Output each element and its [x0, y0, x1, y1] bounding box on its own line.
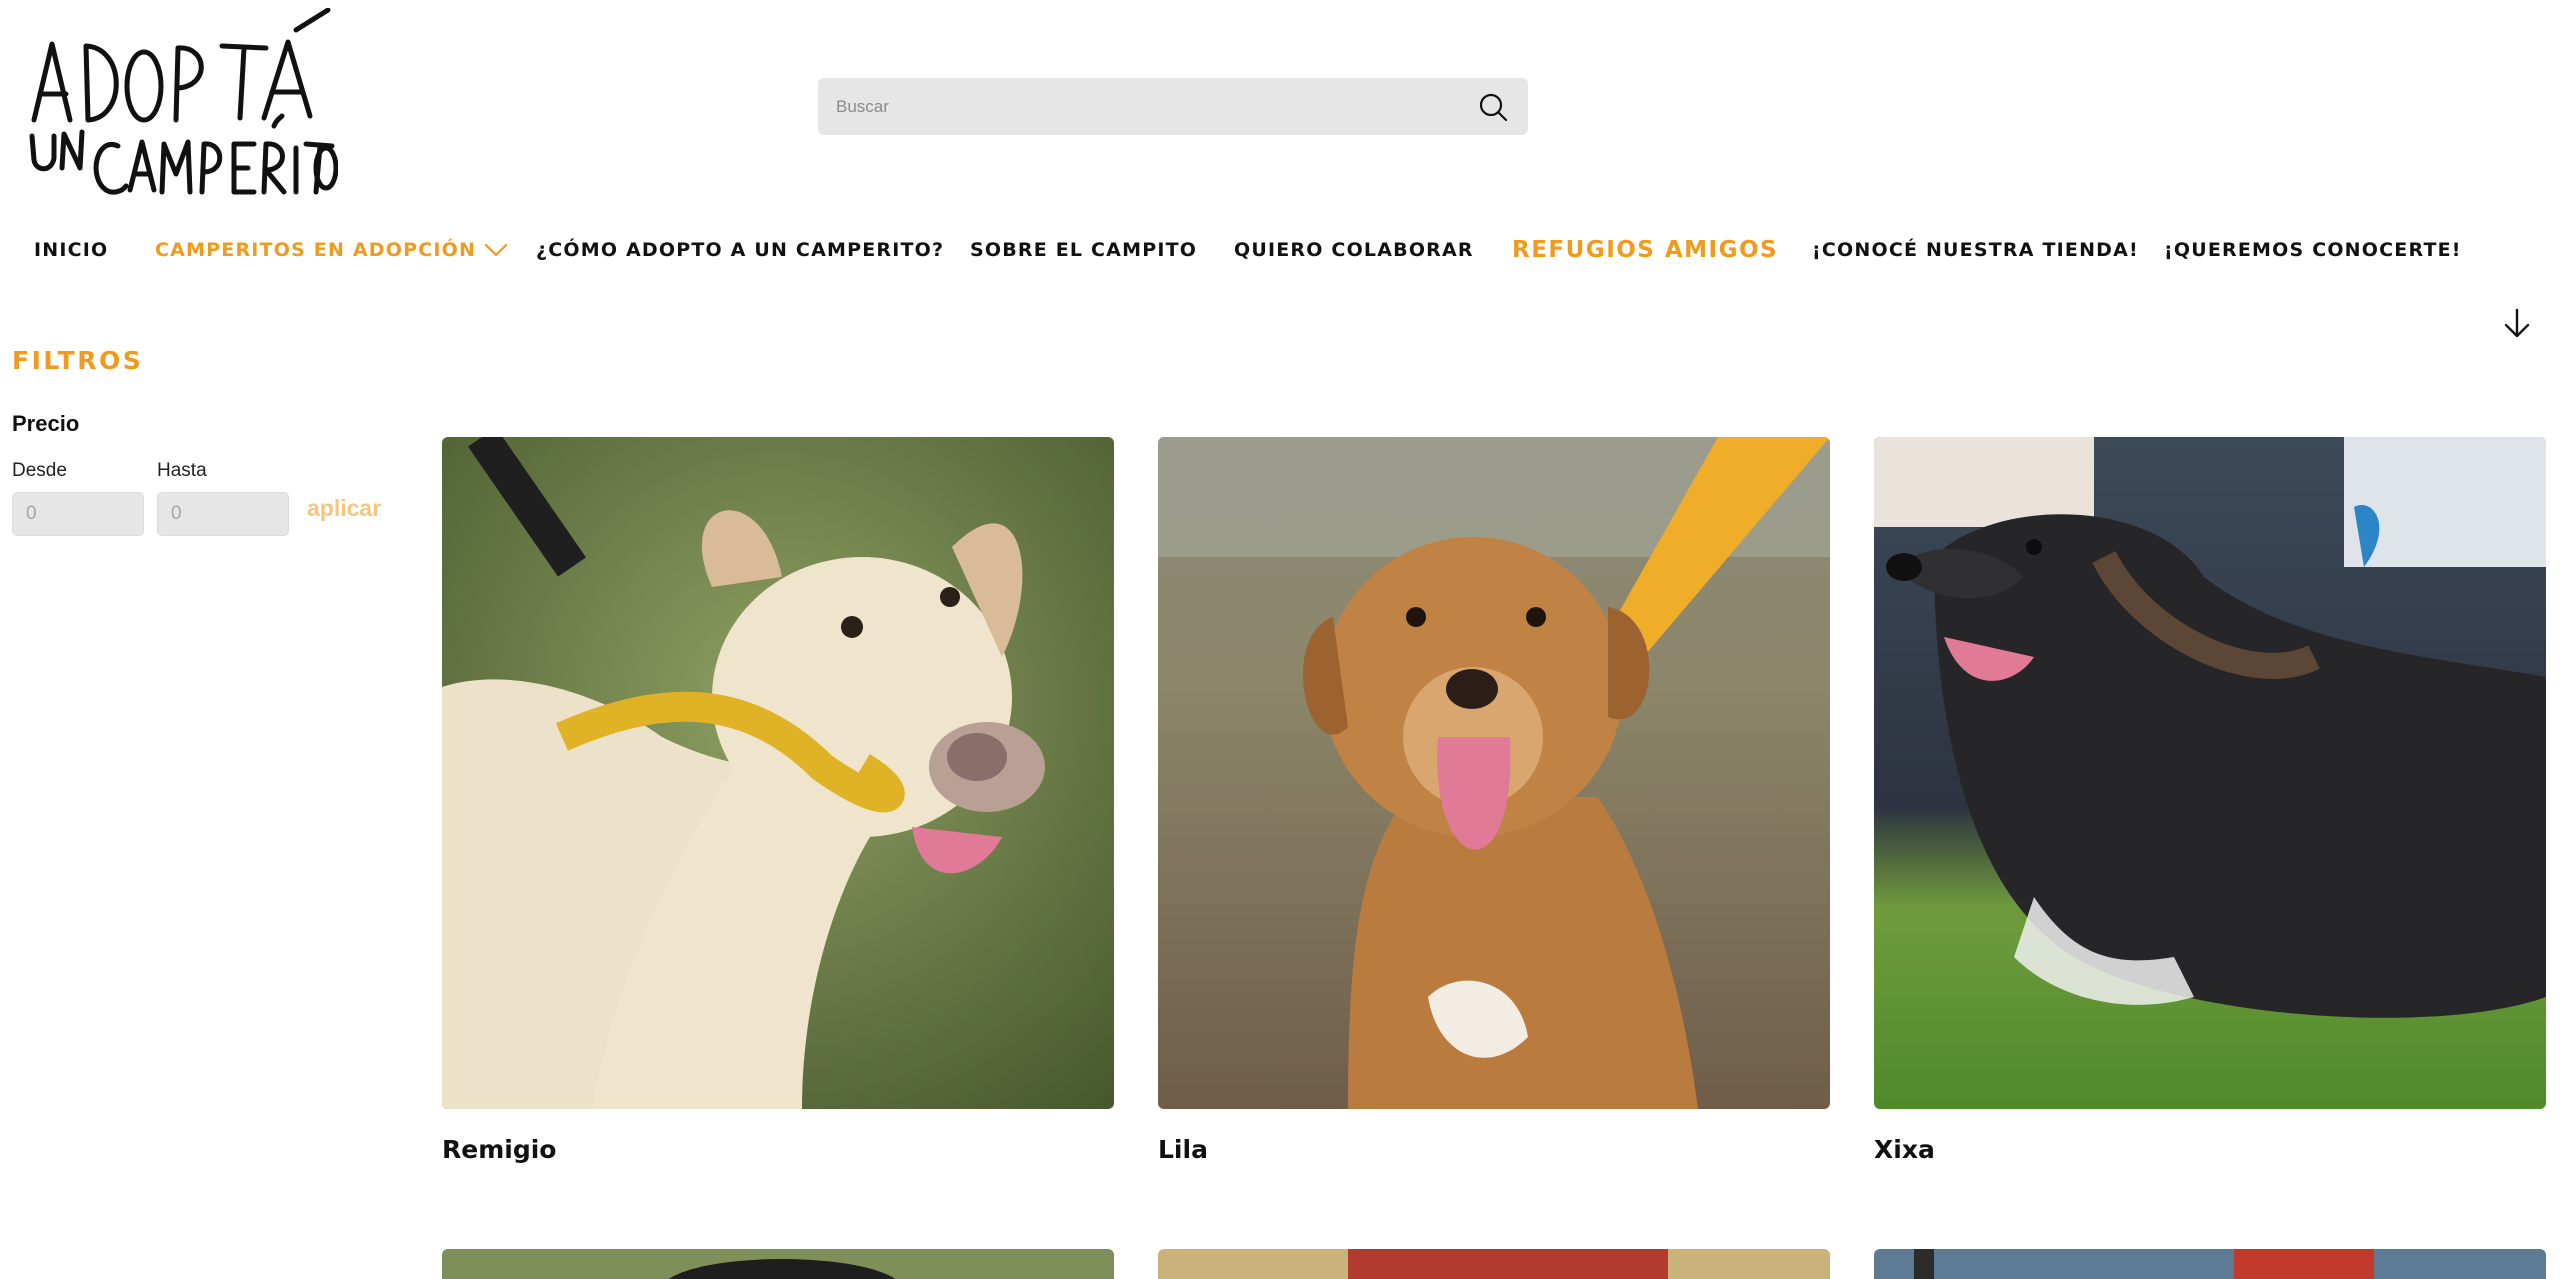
nav-item-inicio[interactable]: INICIO [34, 232, 108, 268]
arrow-down-icon [2504, 308, 2530, 338]
dog-photo [442, 437, 1114, 1109]
dog-photo [1874, 437, 2546, 1109]
product-card[interactable]: Xixa [1874, 437, 2546, 1164]
dog-photo [1874, 1249, 2546, 1279]
nav-item-refugios-amigos[interactable]: REFUGIOS AMIGOS [1512, 232, 1778, 268]
nav-item-tienda[interactable]: ¡CONOCÉ NUESTRA TIENDA! [1812, 232, 2139, 268]
product-card[interactable]: Lila [1158, 437, 1830, 1164]
dog-photo [1158, 437, 1830, 1109]
product-card[interactable] [1158, 1249, 1830, 1279]
product-name: Xixa [1874, 1135, 1935, 1164]
nav-item-quiero-colaborar[interactable]: QUIERO COLABORAR [1234, 232, 1474, 268]
search-button[interactable] [1476, 90, 1510, 124]
search-input[interactable] [836, 96, 1476, 117]
nav-item-label: CAMPERITOS EN ADOPCIÓN [155, 239, 477, 261]
product-name: Remigio [442, 1135, 557, 1164]
product-card[interactable]: Remigio [442, 437, 1114, 1164]
nav-item-sobre-el-campito[interactable]: SOBRE EL CAMPITO [970, 232, 1197, 268]
filters-title: FILTROS [12, 346, 144, 375]
logo-image [29, 7, 339, 195]
search-icon [1479, 93, 1508, 121]
nav-item-queremos-conocerte[interactable]: ¡QUEREMOS CONOCERTE! [2164, 232, 2462, 268]
nav-item-como-adopto[interactable]: ¿CÓMO ADOPTO A UN CAMPERITO? [536, 232, 944, 268]
price-from-input[interactable] [12, 492, 144, 536]
price-to-label: Hasta [157, 460, 207, 481]
price-from-label: Desde [12, 460, 67, 481]
main-nav: INICIO CAMPERITOS EN ADOPCIÓN ¿CÓMO ADOP… [0, 232, 2560, 268]
product-name: Lila [1158, 1135, 1208, 1164]
price-to-input[interactable] [157, 492, 289, 536]
apply-filter-button[interactable]: aplicar [307, 495, 381, 522]
price-filter-label: Precio [12, 411, 80, 436]
scroll-down-button[interactable] [2500, 306, 2534, 340]
nav-item-camperitos-en-adopcion[interactable]: CAMPERITOS EN ADOPCIÓN [155, 232, 508, 268]
dog-photo [1158, 1249, 1830, 1279]
site-logo[interactable] [26, 7, 339, 198]
product-card[interactable] [1874, 1249, 2546, 1279]
dog-photo [442, 1249, 1114, 1279]
product-card[interactable] [442, 1249, 1114, 1279]
search-bar [818, 78, 1528, 135]
chevron-down-icon [484, 243, 508, 257]
